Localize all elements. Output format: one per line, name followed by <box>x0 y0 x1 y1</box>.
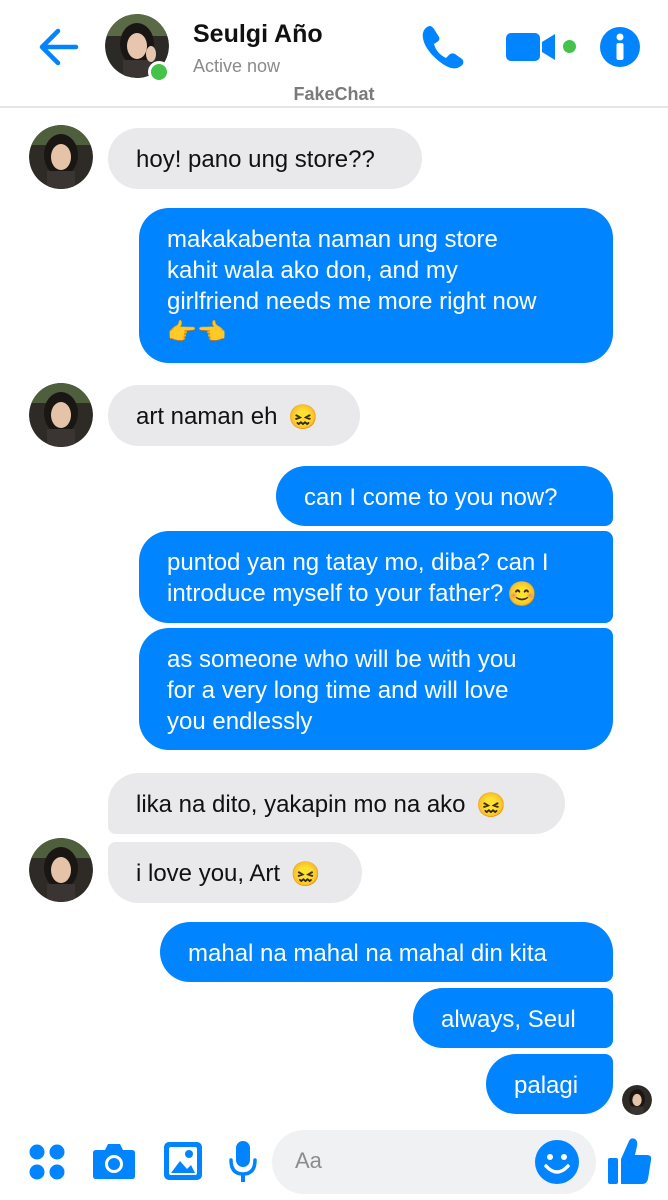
message-text: i love you, Art <box>136 860 281 887</box>
message-text: palagi <box>514 1072 579 1099</box>
contact-avatar-small[interactable] <box>29 125 93 189</box>
outgoing-message-bubble[interactable]: as someone who will be with you for a ve… <box>139 628 613 750</box>
apps-grid-icon[interactable] <box>28 1143 66 1181</box>
message-text-line: girlfriend needs me more right now <box>167 288 537 315</box>
camera-icon[interactable] <box>92 1142 136 1180</box>
online-status-dot <box>148 61 170 83</box>
message-text-line: kahit wala ako don, and my <box>167 257 458 284</box>
contact-name[interactable]: Seulgi Año <box>193 20 323 49</box>
image-icon[interactable] <box>163 1141 203 1181</box>
message-text-line: for a very long time and will love <box>167 677 509 704</box>
message-text: hoy! pano ung store?? <box>136 146 375 173</box>
message-text-line: makakabenta naman ung store <box>167 226 498 253</box>
emoji-icon[interactable] <box>534 1139 580 1185</box>
persevering-emoji: 😖 <box>290 861 321 889</box>
info-icon[interactable] <box>599 26 641 68</box>
incoming-message-bubble[interactable]: lika na dito, yakapin mo na ako 😖 <box>108 773 565 834</box>
message-text: mahal na mahal na mahal din kita <box>188 940 547 967</box>
message-text-line: you endlessly <box>167 708 313 735</box>
outgoing-message-bubble[interactable]: always, Seul <box>413 988 613 1048</box>
outgoing-message-bubble[interactable]: palagi <box>486 1054 613 1114</box>
back-arrow-icon[interactable] <box>36 27 80 67</box>
chat-header: Seulgi Año Active now FakeChat <box>0 0 668 108</box>
contact-avatar-small[interactable] <box>29 838 93 902</box>
message-text: art naman eh <box>136 403 278 430</box>
video-camera-icon[interactable] <box>506 30 556 64</box>
smiling-emoji: 😊 <box>507 581 538 609</box>
outgoing-message-bubble[interactable]: puntod yan ng tatay mo, diba? can I intr… <box>139 531 613 623</box>
outgoing-message-bubble[interactable]: can I come to you now? <box>276 466 613 526</box>
pointing-fingers-emoji: 👉👈 <box>167 319 227 346</box>
outgoing-message-bubble[interactable]: makakabenta naman ung store kahit wala a… <box>139 208 613 363</box>
message-input-placeholder: Aa <box>295 1148 322 1173</box>
contact-avatar-small[interactable] <box>29 383 93 447</box>
thumbs-up-icon[interactable] <box>607 1137 653 1185</box>
message-text-line: introduce myself to your father? 😊 <box>167 580 538 609</box>
active-status: Active now <box>193 56 281 76</box>
incoming-message-bubble[interactable]: hoy! pano ung store?? <box>108 128 422 189</box>
outgoing-message-bubble[interactable]: mahal na mahal na mahal din kita <box>160 922 613 982</box>
phone-icon[interactable] <box>418 24 466 70</box>
message-text-line: puntod yan ng tatay mo, diba? can I <box>167 549 549 576</box>
incoming-message-bubble[interactable]: i love you, Art 😖 <box>108 842 362 903</box>
message-text: always, Seul <box>441 1006 576 1033</box>
message-text: lika na dito, yakapin mo na ako <box>136 791 466 818</box>
microphone-icon[interactable] <box>228 1140 258 1184</box>
message-text: can I come to you now? <box>304 484 558 511</box>
read-receipt-avatar <box>622 1085 652 1115</box>
persevering-emoji: 😖 <box>288 404 318 432</box>
persevering-emoji: 😖 <box>476 792 507 820</box>
incoming-message-bubble[interactable]: art naman eh 😖 <box>108 385 360 446</box>
app-watermark: FakeChat <box>293 84 375 104</box>
video-online-dot <box>563 40 576 53</box>
header-divider <box>0 106 668 108</box>
message-text-line: as someone who will be with you <box>167 646 517 673</box>
